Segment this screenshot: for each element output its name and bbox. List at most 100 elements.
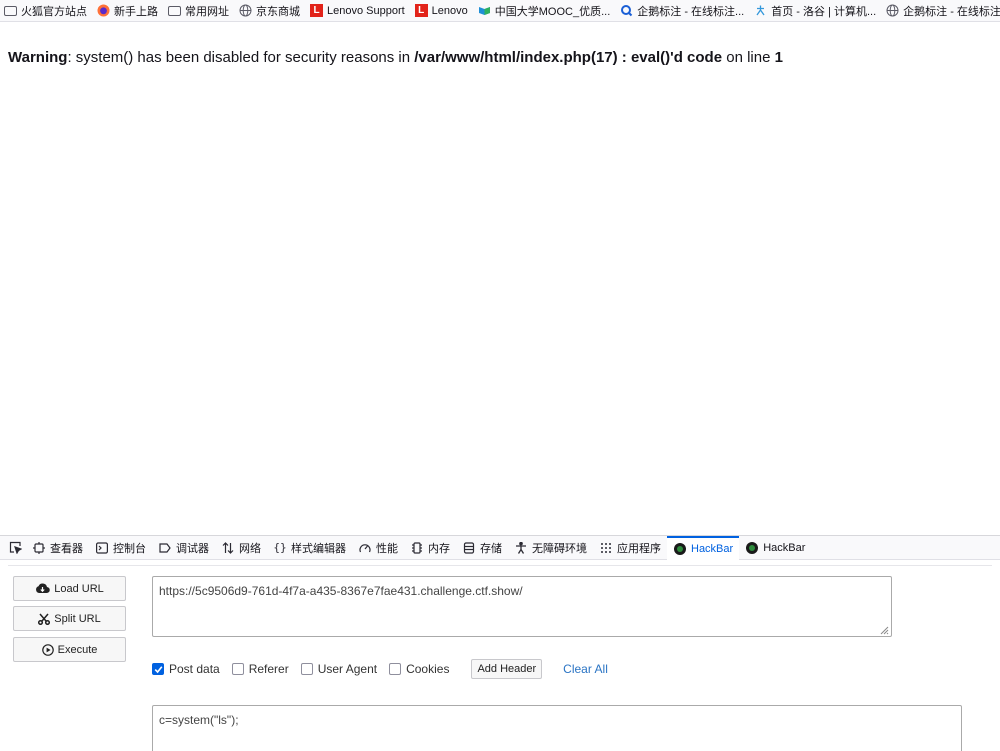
tab-label: 内存 <box>428 542 450 555</box>
url-textarea[interactable]: https://5c9506d9-761d-4f7a-a435-8367e7fa… <box>152 576 892 637</box>
cloud-download-icon <box>35 583 50 594</box>
load-url-label: Load URL <box>54 582 104 595</box>
tab-network[interactable]: 网络 <box>215 536 267 560</box>
divider <box>8 565 992 566</box>
console-icon <box>95 541 109 555</box>
storage-icon <box>462 541 476 555</box>
scissors-icon <box>38 613 51 625</box>
play-circle-icon <box>41 643 54 656</box>
tab-label: HackBar <box>691 542 734 555</box>
tab-label: 网络 <box>239 542 261 555</box>
tab-label: 查看器 <box>50 542 83 555</box>
bookmark-label: Lenovo Support <box>327 4 405 17</box>
user-agent-label: User Agent <box>317 662 378 676</box>
element-picker-icon[interactable] <box>4 536 26 560</box>
post-data-checkbox[interactable]: Post data <box>152 662 220 676</box>
inspector-icon <box>32 541 46 555</box>
tab-accessibility[interactable]: 无障碍环境 <box>508 536 593 560</box>
globe-icon <box>886 4 899 17</box>
bookmark-item[interactable]: 新手上路 <box>93 3 164 19</box>
lenovo-icon: L <box>310 4 323 17</box>
warning-path: /var/www/html/index.php(17) : eval()'d c… <box>414 49 723 66</box>
tab-label: 应用程序 <box>617 542 661 555</box>
resize-handle-icon[interactable] <box>879 624 889 635</box>
bookmark-label: 新手上路 <box>114 5 158 18</box>
url-value: https://5c9506d9-761d-4f7a-a435-8367e7fa… <box>159 584 523 598</box>
referer-checkbox[interactable]: Referer <box>231 662 289 676</box>
tab-hackbar[interactable]: HackBar <box>739 536 811 560</box>
tab-hackbar-active[interactable]: HackBar <box>667 535 740 560</box>
hackbar-icon <box>673 542 687 556</box>
accessibility-icon <box>514 541 528 555</box>
split-url-label: Split URL <box>54 612 101 625</box>
memory-icon <box>410 541 424 555</box>
tab-inspector[interactable]: 查看器 <box>26 536 89 560</box>
warning-text-line: on line <box>722 49 775 66</box>
checkbox-box <box>389 663 402 675</box>
checkbox-box <box>231 663 244 675</box>
cookies-checkbox[interactable]: Cookies <box>389 662 449 676</box>
bookmark-label: 京东商城 <box>256 5 300 18</box>
bookmark-item[interactable]: 首页 - 洛谷 | 计算机... <box>750 3 882 19</box>
luogu-icon <box>754 4 767 17</box>
bookmark-label: 中国大学MOOC_优质... <box>494 5 611 18</box>
bookmark-item[interactable]: L Lenovo <box>411 4 474 17</box>
bookmark-item[interactable]: 常用网址 <box>164 3 235 19</box>
tab-performance[interactable]: 性能 <box>352 536 404 560</box>
post-data-value: c=system("ls"); <box>159 713 239 727</box>
tab-label: HackBar <box>763 541 806 554</box>
globe-icon <box>239 4 252 17</box>
warning-label: Warning <box>8 49 68 66</box>
folder-icon <box>4 5 17 16</box>
post-data-textarea[interactable]: c=system("ls"); <box>152 705 962 751</box>
warning-line-number: 1 <box>774 49 783 66</box>
application-icon <box>599 541 613 555</box>
php-warning: Warning: system() has been disabled for … <box>8 49 783 67</box>
bookmark-label: 常用网址 <box>185 5 229 18</box>
tab-label: 调试器 <box>176 542 209 555</box>
bookmark-label: 火狐官方站点 <box>21 5 87 18</box>
bookmarks-toolbar: 火狐官方站点 新手上路 常用网址 京东商城 L Lenovo Support L… <box>0 0 1000 22</box>
add-header-button[interactable]: Add Header <box>471 659 543 679</box>
performance-icon <box>358 541 372 555</box>
tab-label: 存储 <box>480 542 502 555</box>
bookmark-item[interactable]: L Lenovo Support <box>306 4 411 17</box>
bookmark-item[interactable]: 火狐官方站点 <box>0 3 93 19</box>
hackbar-icon <box>745 541 759 555</box>
tab-storage[interactable]: 存储 <box>456 536 508 560</box>
tab-memory[interactable]: 内存 <box>404 536 456 560</box>
tab-label: 无障碍环境 <box>532 542 587 555</box>
bookmark-item[interactable]: 企鹅标注 - 在线标注 <box>882 3 1000 19</box>
network-icon <box>221 541 235 555</box>
tab-label: 样式编辑器 <box>291 542 346 555</box>
bookmark-item[interactable]: 中国大学MOOC_优质... <box>474 3 617 19</box>
clear-all-link[interactable]: Clear All <box>563 662 608 676</box>
split-url-button[interactable]: Split URL <box>13 606 126 631</box>
tab-label: 性能 <box>376 542 398 555</box>
load-url-button[interactable]: Load URL <box>13 576 126 601</box>
devtools-toolbar: 查看器 控制台 调试器 网络 {} 样式编辑器 性能 内存 存储 无障碍环境 应… <box>0 535 1000 560</box>
tab-debugger[interactable]: 调试器 <box>152 536 215 560</box>
tab-application[interactable]: 应用程序 <box>593 536 667 560</box>
checkmark-icon <box>152 663 164 675</box>
execute-button[interactable]: Execute <box>13 637 126 662</box>
user-agent-checkbox[interactable]: User Agent <box>300 662 378 676</box>
tab-style-editor[interactable]: {} 样式编辑器 <box>267 536 352 560</box>
post-data-label: Post data <box>169 662 220 676</box>
bookmark-label: Lenovo <box>431 4 468 17</box>
bookmark-label: 企鹅标注 - 在线标注 <box>903 5 1000 18</box>
cookies-label: Cookies <box>406 662 450 676</box>
tab-label: 控制台 <box>113 542 146 555</box>
mooc-icon <box>478 4 491 17</box>
debugger-icon <box>158 541 172 555</box>
tab-console[interactable]: 控制台 <box>89 536 152 560</box>
warning-text: : system() has been disabled for securit… <box>67 49 415 66</box>
referer-label: Referer <box>248 662 289 676</box>
style-editor-icon: {} <box>273 541 287 554</box>
bookmark-item[interactable]: 京东商城 <box>235 3 306 19</box>
checkbox-box <box>300 663 313 675</box>
hackbar-options: Post data Referer User Agent Cookies Add… <box>152 659 608 679</box>
bookmark-item[interactable]: 企鹅标注 - 在线标注... <box>616 3 750 19</box>
bookmark-label: 首页 - 洛谷 | 计算机... <box>771 5 877 18</box>
execute-label: Execute <box>57 643 98 656</box>
